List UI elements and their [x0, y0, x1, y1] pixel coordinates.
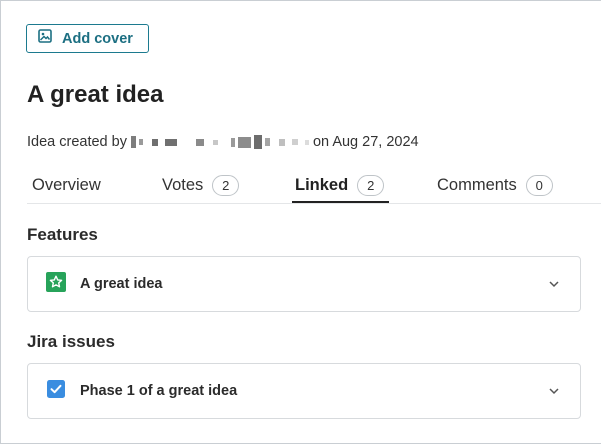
jira-issues-heading: Jira issues — [27, 332, 115, 351]
tab-overview[interactable]: Overview — [32, 166, 101, 204]
tab-votes[interactable]: Votes 2 — [162, 166, 240, 204]
chevron-down-icon[interactable] — [546, 383, 562, 399]
votes-count-badge: 2 — [212, 174, 240, 196]
jira-issue-title: Phase 1 of a great idea — [80, 383, 238, 399]
image-icon — [38, 29, 52, 48]
feature-card[interactable]: A great idea — [27, 256, 581, 312]
star-icon — [46, 271, 66, 297]
idea-created-meta: Idea created by on Aug 27, 2024 — [27, 134, 419, 150]
comments-count-badge: 0 — [525, 174, 553, 196]
add-cover-button[interactable]: Add cover — [26, 24, 149, 53]
linked-count-badge: 2 — [357, 174, 385, 196]
jira-issue-card[interactable]: Phase 1 of a great idea — [27, 363, 581, 419]
feature-title: A great idea — [80, 276, 163, 292]
created-by-prefix: Idea created by — [27, 134, 127, 150]
tab-linked[interactable]: Linked 2 — [295, 166, 385, 204]
active-tab-indicator — [292, 201, 389, 203]
features-heading: Features — [27, 225, 98, 244]
add-cover-label: Add cover — [62, 30, 133, 47]
redacted-author-name — [130, 134, 309, 150]
chevron-down-icon[interactable] — [546, 276, 562, 292]
checkbox-icon — [46, 379, 66, 404]
tab-bar: Overview Votes 2 Linked 2 Comments 0 — [27, 166, 601, 204]
tab-overview-label: Overview — [32, 175, 101, 194]
tab-linked-label: Linked — [295, 175, 349, 194]
tab-comments[interactable]: Comments 0 — [437, 166, 553, 204]
tab-comments-label: Comments — [437, 175, 517, 194]
created-date: on Aug 27, 2024 — [312, 134, 419, 150]
tab-votes-label: Votes — [162, 175, 204, 194]
page-title: A great idea — [27, 81, 164, 108]
